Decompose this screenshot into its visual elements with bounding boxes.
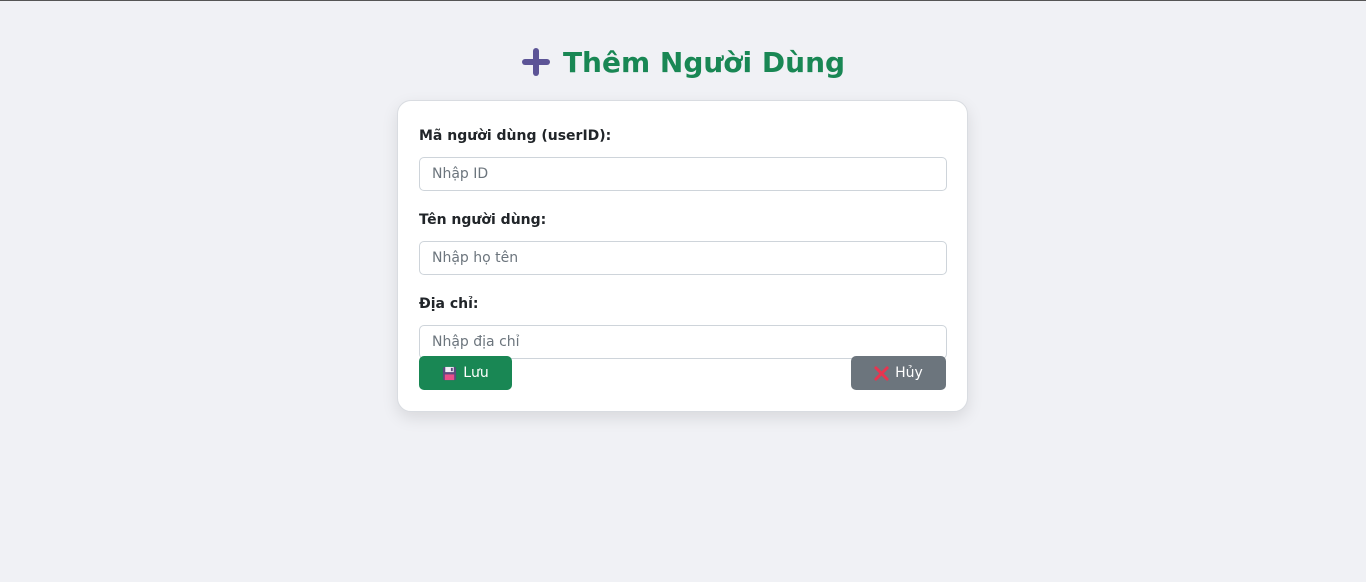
page-title: Thêm Người Dùng	[0, 45, 1366, 81]
cancel-button[interactable]: Hủy	[851, 356, 946, 390]
save-button-label: Lưu	[463, 365, 489, 381]
address-input[interactable]	[419, 325, 947, 359]
save-button[interactable]: Lưu	[419, 356, 512, 390]
cancel-button-label: Hủy	[895, 365, 923, 381]
user-id-label: Mã người dùng (userID):	[419, 128, 612, 144]
user-name-label: Tên người dùng:	[419, 212, 547, 228]
add-user-form-card: Mã người dùng (userID): Tên người dùng: …	[397, 100, 968, 412]
user-id-input[interactable]	[419, 157, 947, 191]
page-title-text: Thêm Người Dùng	[562, 46, 846, 79]
user-name-input[interactable]	[419, 241, 947, 275]
form-actions: Lưu Hủy	[419, 356, 946, 390]
floppy-disk-icon	[443, 366, 457, 380]
address-label: Địa chỉ:	[419, 296, 479, 312]
plus-icon	[521, 48, 550, 76]
close-icon	[874, 365, 889, 381]
